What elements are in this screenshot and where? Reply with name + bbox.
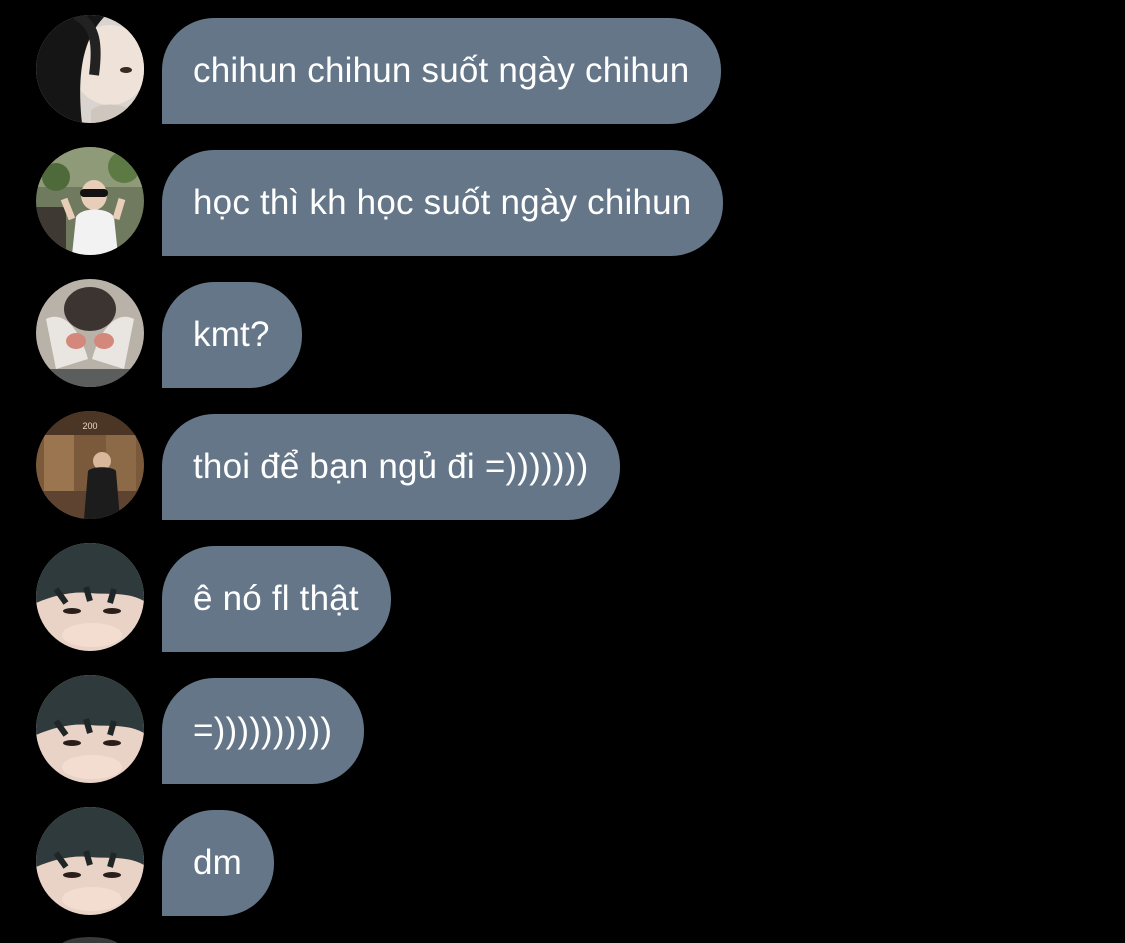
message-text: dm [193,843,243,882]
message-bubble[interactable]: kmt? [162,282,302,388]
avatar[interactable] [36,675,144,783]
avatar[interactable] [36,807,144,915]
message-text: kmt? [193,315,270,354]
message-text: thoi để bạn ngủ đi =))))))) [193,447,589,486]
avatar[interactable] [36,15,144,123]
avatar[interactable]: 200 [36,411,144,519]
chat-thread[interactable]: chihun chihun suốt ngày chihun học thì k… [0,0,1125,943]
message-text: chihun chihun suốt ngày chihun [193,51,690,90]
message-bubble[interactable]: thoi để bạn ngủ đi =))))))) [162,414,621,520]
message-bubble[interactable]: =)))))))))) [162,678,365,784]
avatar[interactable] [36,147,144,255]
message-bubble[interactable]: học thì kh học suốt ngày chihun [162,150,724,256]
svg-text:200: 200 [82,421,97,431]
avatar[interactable] [36,279,144,387]
message-text: =)))))))))) [193,711,333,750]
message-text: ê nó fl thật [193,579,359,618]
avatar [60,937,120,943]
message-text: học thì kh học suốt ngày chihun [193,183,692,222]
avatar[interactable] [36,543,144,651]
message-bubble[interactable]: ê nó fl thật [162,546,391,652]
message-bubble[interactable]: dm [162,810,275,916]
message-bubble[interactable]: chihun chihun suốt ngày chihun [162,18,722,124]
